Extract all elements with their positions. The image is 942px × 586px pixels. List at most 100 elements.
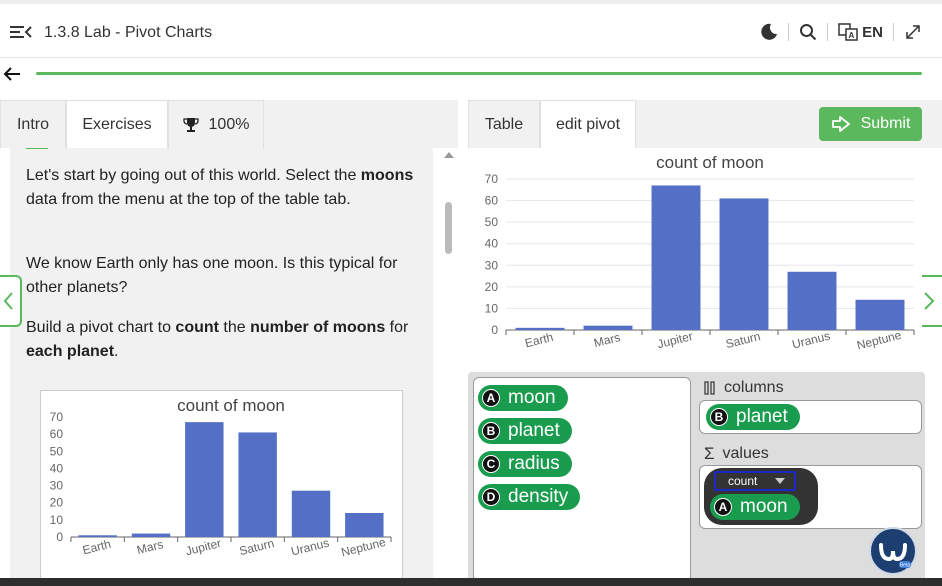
scroll-up-arrow-icon[interactable] [444, 152, 454, 158]
field-density[interactable]: Ddensity [478, 484, 581, 510]
columns-icon [704, 381, 715, 395]
y-tick-label: 30 [50, 479, 64, 493]
bar-earth [515, 327, 565, 330]
tab-table[interactable]: Table [468, 100, 540, 148]
field-planet[interactable]: Bplanet [478, 418, 572, 444]
bar-jupiter [651, 185, 701, 330]
field-badge: A [714, 498, 732, 516]
y-tick-label: 50 [50, 444, 64, 458]
bar-uranus [291, 490, 331, 537]
aggregate-select[interactable]: count [714, 471, 796, 491]
text: the [218, 319, 251, 336]
aggregate-value: count [728, 474, 758, 488]
zone-title: values [722, 445, 769, 462]
text: Let's start by going out of this world. … [26, 167, 361, 184]
tab-label: Exercises [82, 115, 152, 133]
y-tick-label: 70 [485, 172, 499, 186]
submit-button[interactable]: Submit [819, 107, 922, 141]
text: for [385, 319, 409, 336]
values-field-moon[interactable]: Amoon [710, 494, 800, 520]
bar-uranus [787, 271, 837, 330]
chart-title: count of moon [656, 153, 764, 172]
sigma-icon: Σ [704, 444, 715, 463]
bar-mars [583, 325, 633, 330]
columns-zone-label: columns [704, 379, 784, 397]
field-label: density [508, 486, 569, 507]
columns-field-planet[interactable]: Bplanet [706, 404, 800, 430]
field-badge: A [482, 389, 500, 407]
x-tick-label: Saturn [238, 536, 276, 558]
tab-edit-pivot[interactable]: edit pivot [540, 100, 636, 148]
separator [788, 23, 790, 41]
submit-label: Submit [860, 115, 911, 132]
progress-row [0, 58, 942, 100]
left-tab-bar: Intro Exercises 100% [0, 100, 458, 148]
y-tick-label: 40 [50, 461, 64, 475]
y-tick-label: 60 [50, 427, 64, 441]
dark-mode-moon-icon[interactable] [760, 23, 778, 41]
bar-jupiter [185, 422, 224, 537]
assistant-bot-button[interactable]: Beta [869, 527, 917, 575]
menu-collapse-icon[interactable] [10, 24, 32, 40]
y-tick-label: 10 [50, 513, 64, 527]
top-bar: 1.3.8 Lab - Pivot Charts A EN [0, 0, 942, 58]
tab-exercises[interactable]: Exercises [66, 100, 168, 148]
scroll-thumb[interactable] [445, 202, 452, 254]
x-tick-label: Jupiter [656, 329, 694, 351]
previous-page-button[interactable] [0, 275, 22, 327]
bar-neptune [855, 299, 905, 330]
y-tick-label: 50 [485, 215, 499, 229]
bar-saturn [238, 432, 277, 537]
separator [893, 23, 894, 41]
language-button[interactable]: A EN [838, 23, 883, 41]
field-list: Amoon Bplanet Cradius Ddensity [473, 377, 691, 582]
field-radius[interactable]: Cradius [478, 451, 572, 477]
x-tick-label: Jupiter [184, 536, 222, 558]
text: data from the menu at the top of the tab… [26, 191, 351, 208]
x-tick-label: Earth [81, 537, 112, 558]
field-label: moon [508, 387, 556, 408]
tab-score[interactable]: 100% [168, 100, 264, 148]
tab-intro[interactable]: Intro [0, 100, 66, 148]
x-tick-label: Saturn [724, 329, 762, 351]
bar-mars [131, 533, 171, 537]
chevron-left-icon [3, 292, 13, 310]
bar-neptune [345, 513, 384, 537]
field-badge: C [482, 455, 500, 473]
values-zone-label: Σ values [704, 444, 769, 464]
pivot-bar-chart: count of moon 0 10 20 30 40 50 60 70 Earth Mars Jup… [485, 153, 915, 353]
x-tick-label: Mars [592, 330, 621, 350]
score-label: 100% [208, 115, 250, 133]
y-tick-label: 0 [56, 530, 63, 544]
x-tick-label: Neptune [855, 328, 903, 353]
language-label: EN [862, 23, 883, 41]
field-badge: B [710, 408, 728, 426]
tab-label: Intro [16, 115, 49, 133]
x-tick-label: Neptune [340, 535, 388, 560]
caret-down-icon [775, 478, 786, 484]
y-tick-label: 20 [50, 496, 64, 510]
lab-title: 1.3.8 Lab - Pivot Charts [44, 24, 213, 41]
columns-drop-zone[interactable]: Bplanet [699, 400, 922, 434]
x-tick-label: Earth [523, 330, 554, 351]
y-tick-label: 70 [50, 410, 64, 424]
instruction-chart-frame: count of moon 0 10 20 30 40 50 60 70 Earth Mars Jup… [40, 390, 403, 580]
bar-earth [78, 535, 117, 537]
field-label: radius [508, 453, 560, 474]
translate-icon: A [838, 23, 858, 41]
chart-title: count of moon [177, 396, 285, 415]
beta-label: Beta [900, 563, 911, 569]
fullscreen-expand-icon[interactable] [904, 23, 922, 41]
search-icon[interactable] [799, 23, 817, 41]
left-scrollbar[interactable] [440, 148, 456, 578]
submit-arrow-icon [831, 116, 850, 132]
section-marker [26, 148, 48, 149]
field-moon[interactable]: Amoon [478, 385, 568, 411]
y-tick-label: 60 [485, 194, 499, 208]
instruction-bar-chart: count of moon 0 10 20 30 40 50 60 70 Earth Mars Jup… [50, 396, 392, 560]
bold-text: moons [360, 167, 414, 184]
back-arrow-icon[interactable] [2, 64, 22, 84]
field-label: planet [508, 420, 560, 441]
instruction-paragraph-1: Let's start by going out of this world. … [26, 164, 426, 212]
y-tick-label: 10 [485, 301, 499, 315]
